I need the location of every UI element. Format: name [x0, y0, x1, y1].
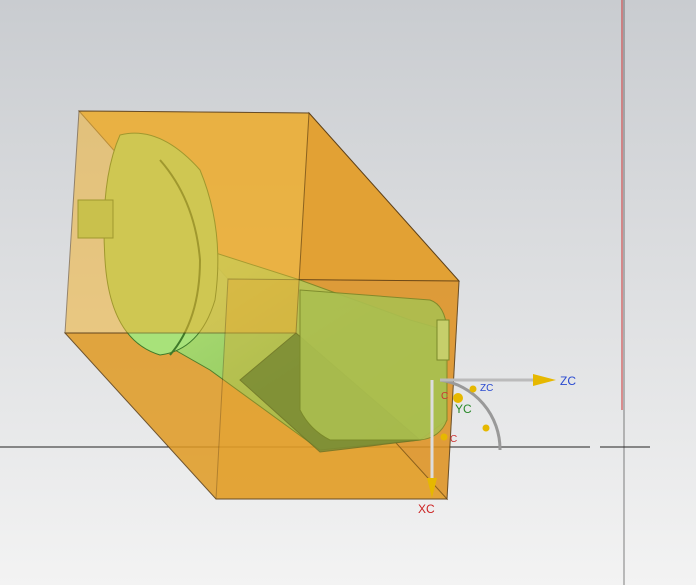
zc-axis-label: ZC: [560, 374, 576, 388]
block-face-back: [215, 278, 460, 500]
yc-axis-label: YC: [455, 402, 472, 416]
xz-rotate-handle-icon[interactable]: [482, 424, 490, 432]
zc-rotate-handle-icon[interactable]: [469, 385, 477, 393]
xc-axis-label: XC: [418, 502, 435, 516]
3d-scene[interactable]: ZC ZC YC C C XC: [0, 0, 696, 585]
c-label-bottom: C: [450, 434, 457, 445]
graphics-viewport[interactable]: ZC ZC YC C C XC: [0, 0, 696, 585]
xc-rotate-handle-icon[interactable]: [440, 433, 448, 441]
zc-small-label: ZC: [480, 383, 493, 394]
c-label-top: C: [441, 391, 448, 402]
